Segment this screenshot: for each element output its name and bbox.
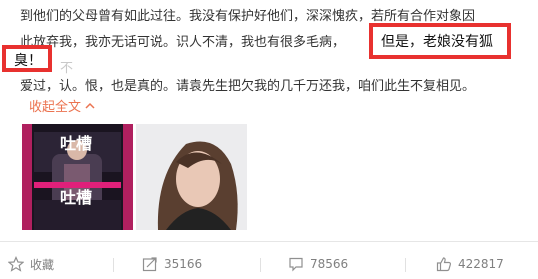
highlight-text-1: 但是，老娘没有狐: [381, 34, 493, 50]
comment-button[interactable]: 78566: [288, 250, 348, 278]
like-button[interactable]: 422817: [436, 250, 504, 278]
collapse-text-link[interactable]: 收起全文: [29, 96, 96, 115]
action-separator: [405, 258, 406, 272]
action-separator: [113, 258, 114, 272]
portrait-photo: [136, 124, 247, 230]
comment-icon: [289, 257, 303, 272]
action-separator: [260, 258, 261, 272]
image-1-caption: 吐槽: [60, 134, 93, 153]
post-line-2: 此放弃我，我亦无话可说。识人不清，我也有很多毛病，: [20, 35, 346, 50]
comment-count: 78566: [310, 257, 349, 271]
favorite-label: 收藏: [30, 257, 55, 272]
like-count: 422817: [458, 257, 504, 271]
thumbs-up-icon: [436, 257, 452, 272]
share-button[interactable]: 35166: [142, 250, 202, 278]
action-bar: 收藏 35166 78566 422817: [0, 250, 538, 278]
share-count: 35166: [164, 257, 203, 271]
image-1-caption-bottom: 吐槽: [60, 188, 93, 207]
highlight-text-2: 臭！: [14, 53, 42, 69]
highlight-annotation-2: 臭！: [2, 45, 52, 72]
chevron-up-icon: [85, 102, 95, 109]
favorite-button[interactable]: 收藏: [8, 250, 54, 278]
post-image-1[interactable]: 吐槽 吐槽: [22, 124, 133, 230]
action-divider: [0, 241, 538, 242]
star-icon: [8, 256, 24, 272]
post-line-4: 爱过，认。恨，也是真的。请袁先生把欠我的几千万还我，咱们此生不复相见。: [20, 79, 476, 94]
share-icon: [142, 257, 157, 272]
highlight-annotation-1: 但是，老娘没有狐: [369, 23, 511, 59]
post-image-2[interactable]: [136, 124, 247, 230]
collapse-label: 收起全文: [29, 100, 82, 115]
